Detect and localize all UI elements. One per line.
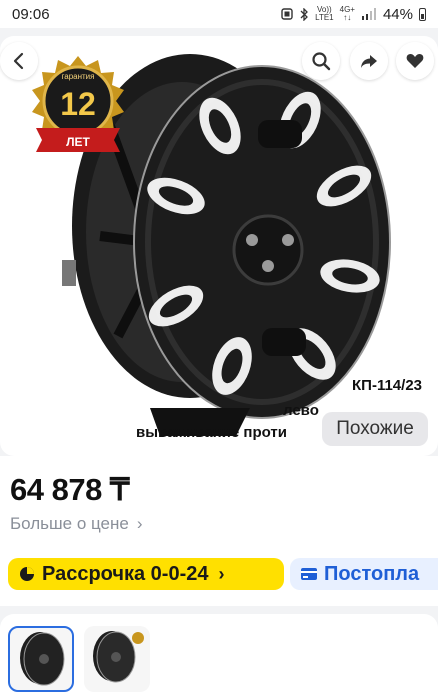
- guarantee-badge: гарантия 12 ЛЕТ: [32, 56, 124, 152]
- bluetooth-icon: [300, 7, 309, 21]
- product-caption-line2: вываживание проти: [136, 424, 287, 441]
- favorite-button[interactable]: [396, 42, 434, 80]
- thumbnail-strip: [0, 614, 438, 700]
- alarm-icon: [281, 8, 293, 20]
- status-time: 09:06: [12, 5, 50, 23]
- share-button[interactable]: [350, 42, 388, 80]
- battery-percent: 44%: [382, 5, 413, 23]
- search-icon: [312, 52, 331, 71]
- installment-chip[interactable]: Рассрочка 0-0-24 ›: [8, 558, 284, 590]
- card-icon: [301, 568, 317, 580]
- badge-top-text: гарантия: [62, 72, 95, 81]
- more-about-price-link[interactable]: Больше о цене ›: [10, 514, 143, 534]
- favorite-icon: [406, 54, 424, 68]
- more-about-price-label: Больше о цене: [10, 514, 129, 533]
- badge-number: 12: [60, 86, 96, 122]
- status-icons: Vo)) LTE1 4G+ ↑↓ 44%: [281, 6, 426, 23]
- installment-label: Рассрочка 0-0-24: [42, 562, 209, 585]
- badge-ribbon-text: ЛЕТ: [66, 135, 90, 149]
- signal-icon: [361, 8, 376, 20]
- back-button[interactable]: [0, 42, 38, 80]
- product-price: 64 878 ₸: [10, 472, 130, 507]
- product-caption-line1: лево: [283, 402, 319, 419]
- thumbnail-image: [93, 631, 144, 683]
- product-gallery[interactable]: гарантия 12 ЛЕТ КП-114/23 лево вываживан…: [0, 36, 438, 456]
- battery-icon: [419, 7, 426, 21]
- postpay-chip[interactable]: Постопла: [290, 558, 438, 590]
- payment-options: Рассрочка 0-0-24 › Постопла: [0, 554, 438, 594]
- status-bar: 09:06 Vo)) LTE1 4G+ ↑↓ 44%: [0, 0, 438, 28]
- thumbnail-2[interactable]: [84, 626, 150, 692]
- chevron-right-icon: ›: [136, 514, 143, 533]
- similar-label: Похожие: [336, 418, 414, 439]
- volte-indicator: Vo)) LTE1: [315, 5, 334, 22]
- postpay-label: Постопла: [324, 562, 420, 585]
- thumbnail-1[interactable]: [8, 626, 74, 692]
- search-button[interactable]: [302, 42, 340, 80]
- share-icon: [361, 55, 377, 68]
- back-icon: [13, 52, 24, 70]
- chevron-right-icon: ›: [218, 563, 225, 584]
- installment-icon: [20, 567, 34, 581]
- product-caption-model: КП-114/23: [352, 377, 422, 394]
- thumbnail-image: [20, 632, 65, 686]
- network-type-indicator: 4G+ ↑↓: [339, 5, 355, 22]
- similar-button[interactable]: Похожие: [322, 412, 428, 446]
